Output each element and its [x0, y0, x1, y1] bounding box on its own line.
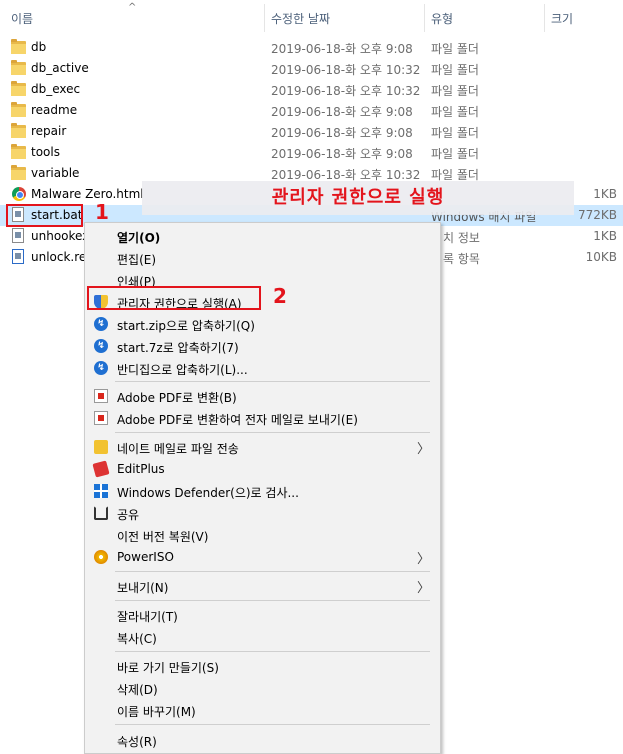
file-type: 파일 폴더 [431, 147, 479, 161]
poweriso-icon [94, 550, 108, 564]
file-name: unhookex [31, 229, 90, 243]
menu-item-editplus[interactable]: EditPlus [85, 458, 440, 480]
file-date: 2019-06-18-화 오후 9:08 [271, 105, 413, 119]
file-row-repair[interactable]: repair 2019-06-18-화 오후 9:08 파일 폴더 [0, 121, 623, 142]
menu-item-cut[interactable]: 잘라내기(T) [85, 604, 440, 626]
windows-defender-icon [94, 484, 108, 498]
menu-item-poweriso[interactable]: PowerISO 〉 [85, 546, 440, 568]
folder-icon [11, 60, 26, 75]
file-name: db_exec [31, 82, 81, 96]
submenu-arrow-icon: 〉 [416, 442, 430, 457]
menu-item-zip[interactable]: ↯ start.zip으로 압축하기(Q) [85, 313, 440, 335]
folder-icon [11, 144, 26, 159]
file-row-tools[interactable]: tools 2019-06-18-화 오후 9:08 파일 폴더 [0, 142, 623, 163]
folder-icon [11, 123, 26, 138]
file-size: 1KB [593, 187, 617, 201]
file-size: 772KB [577, 208, 617, 222]
adobe-pdf-icon [94, 389, 108, 403]
column-divider[interactable] [264, 4, 265, 32]
file-type: 파일 폴더 [431, 84, 479, 98]
menu-item-delete[interactable]: 삭제(D) [85, 677, 440, 699]
file-name: variable [31, 166, 80, 180]
run-as-admin-banner: 관리자 권한으로 실행 [142, 181, 574, 215]
file-name: db_active [31, 61, 89, 75]
menu-separator [115, 724, 430, 725]
callout-number-2: 2 [273, 284, 287, 308]
menu-item-edit[interactable]: 편집(E) [85, 247, 440, 269]
menu-item-pdf-email[interactable]: Adobe PDF로 변환하여 전자 메일로 보내기(E) [85, 407, 440, 429]
file-type: 파일 폴더 [431, 63, 479, 77]
adobe-pdf-mail-icon [94, 411, 108, 425]
file-date: 2019-06-18-화 오후 9:08 [271, 126, 413, 140]
menu-separator [115, 651, 430, 652]
menu-separator [115, 571, 430, 572]
file-type: 치 정보 [443, 231, 480, 245]
folder-icon [11, 39, 26, 54]
file-name: tools [31, 145, 60, 159]
highlight-box-start-bat [6, 204, 83, 227]
callout-number-1: 1 [95, 200, 109, 224]
column-header: ^ 이름 수정한 날짜 유형 크기 [0, 0, 623, 36]
menu-item-pdf-convert[interactable]: Adobe PDF로 변환(B) [85, 385, 440, 407]
menu-item-rename[interactable]: 이름 바꾸기(M) [85, 699, 440, 721]
menu-item-send-to[interactable]: 보내기(N) 〉 [85, 575, 440, 597]
mail-icon [94, 440, 108, 454]
file-row-db[interactable]: db 2019-06-18-화 오후 9:08 파일 폴더 [0, 37, 623, 58]
menu-item-nate-mail[interactable]: 네이트 메일로 파일 전송 〉 [85, 436, 440, 458]
bandizip-icon: ↯ [94, 361, 108, 375]
file-date: 2019-06-18-화 오후 9:08 [271, 147, 413, 161]
column-divider[interactable] [424, 4, 425, 32]
folder-icon [11, 81, 26, 96]
chrome-icon [12, 187, 26, 201]
folder-icon [11, 102, 26, 117]
menu-separator [115, 600, 430, 601]
column-divider[interactable] [544, 4, 545, 32]
file-date: 2019-06-18-화 오후 9:08 [271, 42, 413, 56]
menu-item-defender[interactable]: Windows Defender(으)로 검사... [85, 480, 440, 502]
file-name: repair [31, 124, 67, 138]
column-type-header[interactable]: 유형 [431, 10, 453, 27]
file-row-db-active[interactable]: db_active 2019-06-18-화 오후 10:32 파일 폴더 [0, 58, 623, 79]
column-date-header[interactable]: 수정한 날짜 [271, 10, 330, 27]
file-name: Malware Zero.html [31, 187, 144, 201]
file-type: 파일 폴더 [431, 126, 479, 140]
menu-item-bandizip[interactable]: ↯ 반디집으로 압축하기(L)... [85, 357, 440, 379]
file-name: db [31, 40, 47, 54]
highlight-box-run-as-admin [87, 286, 261, 310]
file-size: 10KB [585, 250, 617, 264]
sort-ascending-icon: ^ [128, 2, 137, 13]
submenu-arrow-icon: 〉 [416, 581, 430, 596]
menu-item-copy[interactable]: 복사(C) [85, 626, 440, 648]
file-type: 파일 폴더 [431, 42, 479, 56]
file-row-readme[interactable]: readme 2019-06-18-화 오후 9:08 파일 폴더 [0, 100, 623, 121]
file-type: 파일 폴더 [431, 105, 479, 119]
document-icon [12, 228, 24, 243]
folder-icon [11, 165, 26, 180]
column-name-header[interactable]: 이름 [11, 10, 33, 27]
file-date: 2019-06-18-화 오후 10:32 [271, 84, 421, 98]
menu-item-properties[interactable]: 속성(R) [85, 729, 440, 751]
file-date: 2019-06-18-화 오후 10:32 [271, 63, 421, 77]
menu-item-share[interactable]: 공유 [85, 502, 440, 524]
menu-item-create-shortcut[interactable]: 바로 가기 만들기(S) [85, 655, 440, 677]
file-row-db-exec[interactable]: db_exec 2019-06-18-화 오후 10:32 파일 폴더 [0, 79, 623, 100]
submenu-arrow-icon: 〉 [416, 552, 430, 567]
file-type: 록 항목 [443, 252, 480, 266]
menu-item-restore-previous[interactable]: 이전 버전 복원(V) [85, 524, 440, 546]
file-size: 1KB [593, 229, 617, 243]
editplus-icon [92, 460, 110, 478]
registry-icon [12, 249, 24, 264]
menu-item-open[interactable]: 열기(O) [85, 225, 440, 247]
share-icon [94, 506, 108, 520]
column-size-header[interactable]: 크기 [551, 10, 573, 27]
menu-item-7z[interactable]: ↯ start.7z로 압축하기(7) [85, 335, 440, 357]
bandizip-icon: ↯ [94, 339, 108, 353]
bandizip-icon: ↯ [94, 317, 108, 331]
file-name: readme [31, 103, 78, 117]
menu-separator [115, 432, 430, 433]
menu-separator [115, 381, 430, 382]
